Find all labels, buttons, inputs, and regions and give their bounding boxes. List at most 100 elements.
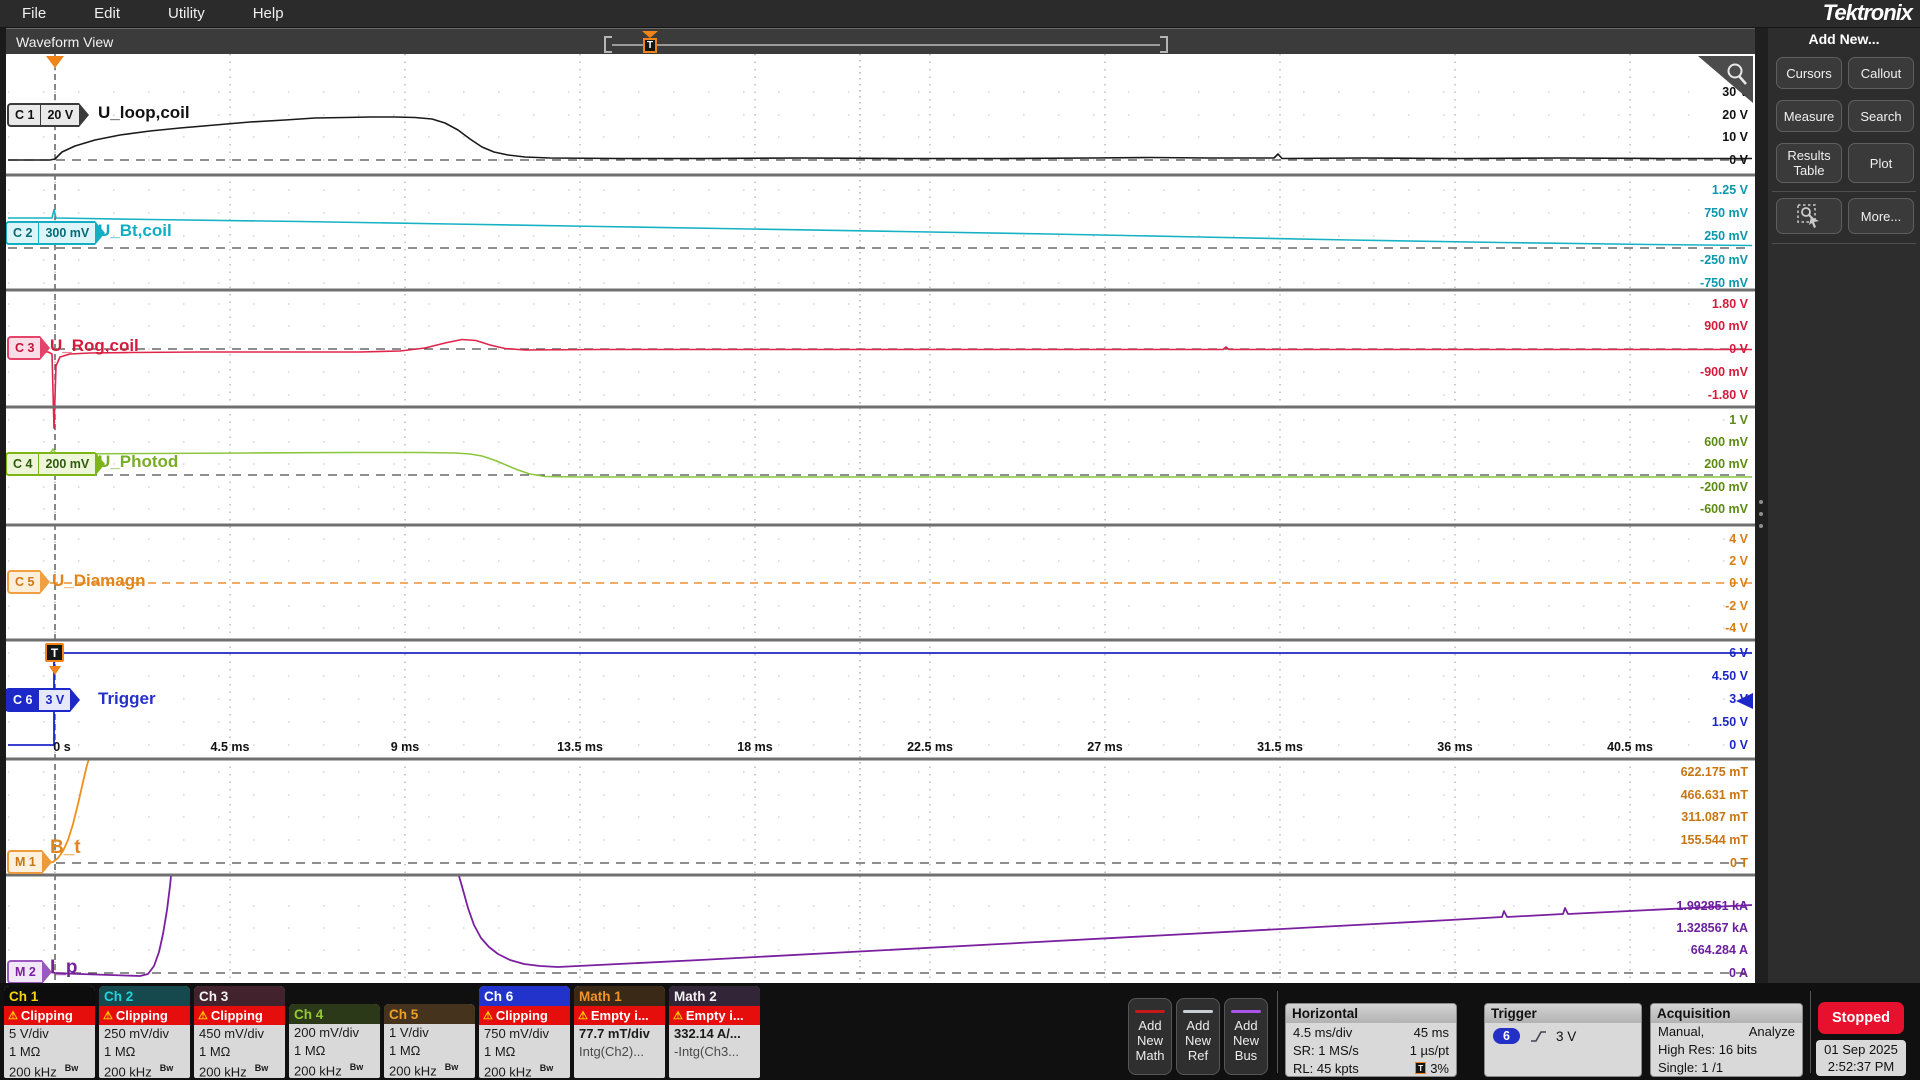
channel-handle-m1[interactable]: M 1 [7, 850, 52, 874]
menu-utility[interactable]: Utility [168, 5, 205, 22]
badge-bandwidth: 200 kHzBw [4, 1060, 95, 1078]
menu-edit[interactable]: Edit [94, 5, 120, 22]
badge-ch-6[interactable]: Ch 6⚠Clipping750 mV/div1 MΩ200 kHzBw [479, 986, 570, 1078]
badge-math-2[interactable]: Math 2⚠Empty i...332.14 A/...-Intg(Ch3..… [669, 986, 760, 1078]
channel-handle-tip [95, 221, 105, 245]
axis-tick: -1.80 V [1708, 387, 1748, 403]
axis-tick: -2 V [1725, 598, 1748, 614]
channel-handle-tip [70, 688, 80, 712]
cursors-button[interactable]: Cursors [1776, 57, 1842, 89]
channel-handle-c4[interactable]: C 4200 mV [6, 452, 105, 476]
badge-ch-2[interactable]: Ch 2⚠Clipping250 mV/div1 MΩ200 kHzBw [99, 986, 190, 1078]
bottom-divider-1 [1277, 991, 1278, 1073]
channel-handle-c2[interactable]: C 2300 mV [6, 221, 105, 245]
axis-tick: 155.544 mT [1681, 832, 1748, 848]
badge-scale: 332.14 A/... [669, 1025, 760, 1043]
axis-tick: -200 mV [1700, 479, 1748, 495]
acquisition-analyze: Analyze [1749, 1023, 1795, 1041]
channel-handle-tip [40, 336, 50, 360]
badge-scale: 200 mV/div [289, 1024, 380, 1042]
zoom-select-button[interactable] [1776, 198, 1842, 234]
callout-button[interactable]: Callout [1848, 57, 1914, 89]
add-new-ref-button[interactable]: Add New Ref [1176, 998, 1220, 1075]
time-axis-label: 9 ms [360, 740, 450, 754]
axis-tick: -600 mV [1700, 501, 1748, 517]
plot-button[interactable]: Plot [1848, 143, 1914, 183]
acquisition-panel[interactable]: Acquisition Manual, Analyze High Res: 16… [1650, 1003, 1803, 1077]
channel-handle-scale: 200 mV [38, 452, 95, 476]
panel-drag-handle[interactable] [1759, 500, 1763, 504]
waveform-c6-trigger [8, 653, 1752, 745]
badge-warning: ⚠Clipping [194, 1006, 285, 1025]
axis-tick: 0 V [1729, 152, 1748, 168]
badge-ch-5[interactable]: Ch 51 V/div1 MΩ200 kHzBw [384, 1004, 475, 1078]
record-view-right-bracket[interactable] [1160, 36, 1168, 53]
axis-tick: 6 V [1729, 645, 1748, 661]
badge-ch-1[interactable]: Ch 1⚠Clipping5 V/div1 MΩ200 kHzBw [4, 986, 95, 1078]
axis-tick: 1.25 V [1712, 182, 1748, 198]
badge-scale: 5 V/div [4, 1025, 95, 1043]
badge-header: Ch 4 [289, 1004, 380, 1024]
add-new-bus-button[interactable]: Add New Bus [1224, 998, 1268, 1075]
waveform-c2-u-bt-coil [8, 210, 1752, 246]
channel-handle-id: C 2 [6, 221, 38, 245]
acquisition-resolution: High Res: 16 bits [1651, 1041, 1802, 1059]
badge-bandwidth: 200 kHzBw [99, 1060, 190, 1078]
channel-handle-c3[interactable]: C 3 [7, 336, 50, 360]
panel-drag-handle[interactable] [1759, 524, 1763, 528]
acquisition-single: Single: 1 /1 [1651, 1059, 1802, 1077]
channel-handle-tip [42, 960, 52, 983]
badge-warning: ⚠Empty i... [574, 1006, 665, 1025]
menu-help[interactable]: Help [253, 5, 284, 22]
channel-handle-c1[interactable]: C 120 V [7, 103, 89, 127]
waveform-plot[interactable]: T 30 V20 V10 V0 V1.25 V750 mV250 mV-250 … [6, 54, 1755, 983]
waveform-c3-u-rog-coil [8, 340, 1752, 429]
badge-ch-3[interactable]: Ch 3⚠Clipping450 mV/div1 MΩ200 kHzBw [194, 986, 285, 1078]
badge-scale: 1 V/div [384, 1024, 475, 1042]
channel-handle-c6[interactable]: C 63 V [6, 688, 80, 712]
badge-scale: 750 mV/div [479, 1025, 570, 1043]
measure-button[interactable]: Measure [1776, 100, 1842, 132]
trigger-t-marker[interactable]: T [45, 643, 64, 662]
bandwidth-limit-suffix: Bw [540, 1063, 554, 1073]
add-new-math-button[interactable]: Add New Math [1128, 998, 1172, 1075]
datetime-display: 01 Sep 2025 2:52:37 PM [1816, 1040, 1906, 1076]
badge-header: Ch 2 [99, 986, 190, 1006]
axis-tick: 200 mV [1704, 456, 1748, 472]
trigger-level-arrow[interactable] [1736, 693, 1753, 709]
trigger-panel[interactable]: Trigger 6 3 V [1484, 1003, 1642, 1077]
axis-tick: 664.284 A [1691, 942, 1748, 958]
menu-file[interactable]: File [22, 5, 46, 22]
badge-ch-4[interactable]: Ch 4200 mV/div1 MΩ200 kHzBw [289, 1004, 380, 1078]
horizontal-panel[interactable]: Horizontal 4.5 ms/div 45 ms SR: 1 MS/s 1… [1285, 1003, 1457, 1077]
more-button[interactable]: More... [1848, 198, 1914, 234]
axis-tick: 10 V [1722, 129, 1748, 145]
button-stripe [1231, 1010, 1261, 1013]
menu-bar: File Edit Utility Help [0, 0, 1920, 28]
horizontal-panel-title: Horizontal [1286, 1004, 1456, 1023]
badge-math-1[interactable]: Math 1⚠Empty i...77.7 mT/divIntg(Ch2)... [574, 986, 665, 1078]
record-trigger-flag[interactable]: T [643, 38, 657, 53]
axis-tick: 622.175 mT [1681, 764, 1748, 780]
channel-handle-m2[interactable]: M 2 [7, 960, 52, 983]
channel-label: B_t [50, 837, 81, 859]
run-stop-button[interactable]: Stopped [1818, 1002, 1904, 1034]
button-label: Add New Bus [1233, 1018, 1259, 1063]
channel-handle-c5[interactable]: C 5 [7, 570, 50, 594]
badge-warning: ⚠Empty i... [669, 1006, 760, 1025]
badge-bandwidth: 200 kHzBw [479, 1060, 570, 1078]
warning-icon: ⚠ [198, 1009, 208, 1022]
panel-drag-handle[interactable] [1759, 512, 1763, 516]
record-view-left-bracket[interactable] [604, 36, 612, 53]
warning-text: Clipping [116, 1008, 168, 1023]
channel-handle-id: M 2 [7, 960, 42, 983]
axis-tick: 466.631 mT [1681, 787, 1748, 803]
warning-icon: ⚠ [483, 1009, 493, 1022]
results-table-button[interactable]: Results Table [1776, 143, 1842, 183]
search-button[interactable]: Search [1848, 100, 1914, 132]
axis-tick: 2 V [1729, 553, 1748, 569]
time-axis-label: 0 s [17, 740, 107, 754]
right-sidebar: Add New... Cursors Callout Measure Searc… [1755, 28, 1920, 983]
horizontal-position: T3% [1410, 1061, 1449, 1076]
trigger-panel-title: Trigger [1485, 1004, 1641, 1023]
